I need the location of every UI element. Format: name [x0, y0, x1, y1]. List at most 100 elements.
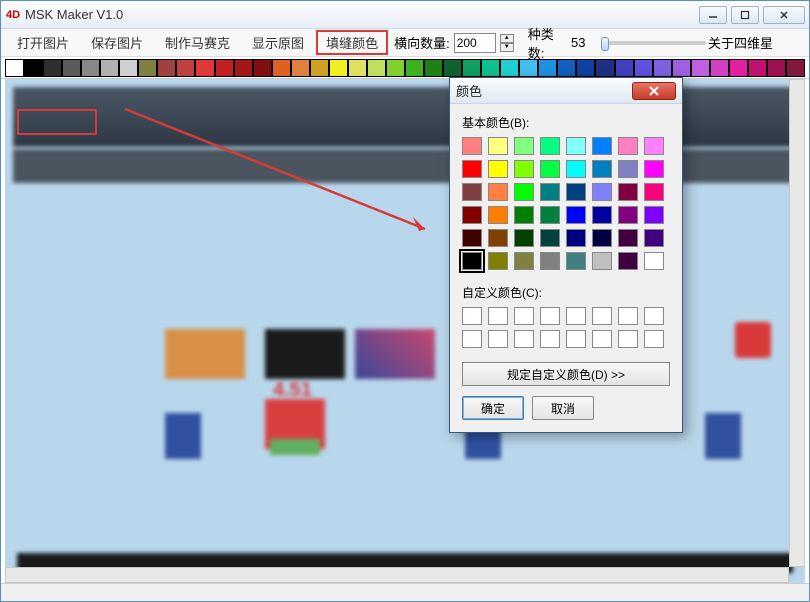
menu-make-mosaic[interactable]: 制作马赛克: [155, 30, 240, 55]
basic-color-swatch[interactable]: [644, 252, 664, 270]
palette-swatch[interactable]: [157, 59, 176, 77]
palette-swatch[interactable]: [310, 59, 329, 77]
palette-swatch[interactable]: [595, 59, 614, 77]
custom-color-swatch[interactable]: [618, 307, 638, 325]
palette-swatch[interactable]: [386, 59, 405, 77]
basic-color-swatch[interactable]: [514, 183, 534, 201]
basic-color-swatch[interactable]: [514, 137, 534, 155]
slider-thumb[interactable]: [601, 37, 609, 51]
horizontal-count-up[interactable]: ▲: [500, 34, 514, 43]
palette-swatch[interactable]: [424, 59, 443, 77]
basic-color-swatch[interactable]: [540, 160, 560, 178]
basic-color-swatch[interactable]: [618, 137, 638, 155]
basic-color-swatch[interactable]: [566, 183, 586, 201]
palette-swatch[interactable]: [329, 59, 348, 77]
palette-swatch[interactable]: [100, 59, 119, 77]
palette-swatch[interactable]: [405, 59, 424, 77]
category-slider[interactable]: [601, 41, 706, 45]
basic-color-swatch[interactable]: [540, 183, 560, 201]
basic-color-swatch[interactable]: [566, 229, 586, 247]
basic-color-swatch[interactable]: [566, 206, 586, 224]
color-dialog-ok-button[interactable]: 确定: [462, 396, 524, 420]
palette-swatch[interactable]: [634, 59, 653, 77]
palette-swatch[interactable]: [234, 59, 253, 77]
basic-color-swatch[interactable]: [514, 206, 534, 224]
custom-color-swatch[interactable]: [566, 330, 586, 348]
basic-color-swatch[interactable]: [540, 252, 560, 270]
palette-swatch[interactable]: [81, 59, 100, 77]
palette-swatch[interactable]: [24, 59, 43, 77]
basic-color-swatch[interactable]: [540, 229, 560, 247]
basic-color-swatch[interactable]: [592, 160, 612, 178]
menu-fill-seam-color[interactable]: 填缝颜色: [316, 30, 388, 55]
basic-color-swatch[interactable]: [566, 160, 586, 178]
close-button[interactable]: [763, 6, 805, 24]
basic-color-swatch[interactable]: [592, 137, 612, 155]
basic-color-swatch[interactable]: [592, 206, 612, 224]
basic-color-swatch[interactable]: [644, 160, 664, 178]
basic-color-swatch[interactable]: [488, 252, 508, 270]
basic-color-swatch[interactable]: [540, 206, 560, 224]
palette-swatch[interactable]: [291, 59, 310, 77]
palette-swatch[interactable]: [43, 59, 62, 77]
basic-color-swatch[interactable]: [618, 252, 638, 270]
basic-color-swatch[interactable]: [618, 160, 638, 178]
palette-swatch[interactable]: [195, 59, 214, 77]
custom-color-swatch[interactable]: [462, 307, 482, 325]
palette-swatch[interactable]: [538, 59, 557, 77]
horizontal-scrollbar[interactable]: [5, 567, 789, 583]
palette-swatch[interactable]: [138, 59, 157, 77]
horizontal-count-down[interactable]: ▼: [500, 43, 514, 52]
custom-color-swatch[interactable]: [592, 330, 612, 348]
basic-color-swatch[interactable]: [618, 229, 638, 247]
palette-swatch[interactable]: [576, 59, 595, 77]
basic-color-swatch[interactable]: [618, 183, 638, 201]
custom-color-swatch[interactable]: [644, 330, 664, 348]
palette-swatch[interactable]: [62, 59, 81, 77]
basic-color-swatch[interactable]: [488, 183, 508, 201]
palette-swatch[interactable]: [253, 59, 272, 77]
palette-swatch[interactable]: [119, 59, 138, 77]
basic-color-swatch[interactable]: [566, 137, 586, 155]
palette-swatch[interactable]: [481, 59, 500, 77]
horizontal-count-input[interactable]: [454, 33, 496, 53]
basic-color-swatch[interactable]: [488, 206, 508, 224]
palette-swatch[interactable]: [691, 59, 710, 77]
basic-color-swatch[interactable]: [488, 229, 508, 247]
custom-color-swatch[interactable]: [514, 307, 534, 325]
color-dialog-cancel-button[interactable]: 取消: [532, 396, 594, 420]
basic-color-swatch[interactable]: [462, 206, 482, 224]
palette-swatch[interactable]: [500, 59, 519, 77]
custom-color-swatch[interactable]: [566, 307, 586, 325]
palette-swatch[interactable]: [272, 59, 291, 77]
palette-swatch[interactable]: [215, 59, 234, 77]
palette-swatch[interactable]: [748, 59, 767, 77]
palette-swatch[interactable]: [710, 59, 729, 77]
basic-color-swatch[interactable]: [514, 229, 534, 247]
color-dialog-titlebar[interactable]: 颜色: [450, 78, 682, 104]
minimize-button[interactable]: [699, 6, 727, 24]
basic-color-swatch[interactable]: [514, 252, 534, 270]
basic-color-swatch[interactable]: [618, 206, 638, 224]
basic-color-swatch[interactable]: [644, 206, 664, 224]
palette-swatch[interactable]: [786, 59, 805, 77]
basic-color-swatch[interactable]: [592, 183, 612, 201]
vertical-scrollbar[interactable]: [789, 79, 805, 567]
custom-color-swatch[interactable]: [540, 330, 560, 348]
basic-color-swatch[interactable]: [592, 229, 612, 247]
custom-color-swatch[interactable]: [488, 307, 508, 325]
palette-swatch[interactable]: [615, 59, 634, 77]
basic-color-swatch[interactable]: [644, 229, 664, 247]
custom-color-swatch[interactable]: [514, 330, 534, 348]
custom-color-swatch[interactable]: [488, 330, 508, 348]
palette-swatch[interactable]: [348, 59, 367, 77]
custom-color-swatch[interactable]: [540, 307, 560, 325]
basic-color-swatch[interactable]: [540, 137, 560, 155]
palette-swatch[interactable]: [443, 59, 462, 77]
palette-swatch[interactable]: [519, 59, 538, 77]
basic-color-swatch[interactable]: [644, 183, 664, 201]
palette-swatch[interactable]: [367, 59, 386, 77]
basic-color-swatch[interactable]: [462, 229, 482, 247]
basic-color-swatch[interactable]: [644, 137, 664, 155]
basic-color-swatch[interactable]: [462, 183, 482, 201]
